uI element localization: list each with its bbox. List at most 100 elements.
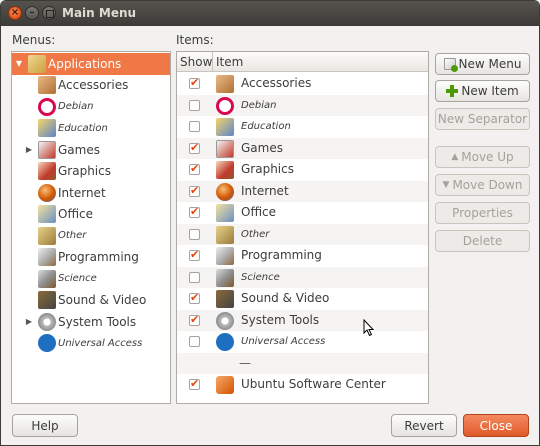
item-row[interactable]: Ubuntu Software Center (177, 374, 428, 396)
item-row[interactable]: Office (177, 202, 428, 224)
science-icon (216, 268, 234, 287)
show-checkbox[interactable] (189, 184, 200, 197)
item-column-header[interactable]: Item (216, 55, 243, 69)
menu-tree-label: Graphics (58, 164, 111, 179)
new-menu-button[interactable]: New Menu (435, 53, 530, 75)
menu-tree-label: Accessories (58, 78, 129, 93)
item-label: Graphics (241, 162, 294, 176)
move-up-button[interactable]: ▲ Move Up (435, 146, 530, 168)
item-row[interactable]: Sound & Video (177, 288, 428, 310)
show-checkbox[interactable] (189, 141, 200, 154)
revert-button[interactable]: Revert (391, 414, 457, 437)
show-checkbox[interactable] (189, 121, 200, 132)
item-label: Universal Access (241, 336, 326, 347)
menu-tree-label: Internet (58, 185, 106, 200)
menu-tree-item[interactable]: Programming (12, 247, 170, 269)
item-row[interactable]: Accessories (177, 73, 428, 95)
show-checkbox[interactable] (189, 228, 200, 240)
debian-icon (216, 96, 234, 115)
item-row[interactable]: Graphics (177, 159, 428, 181)
menus-tree[interactable]: ▼ Applications Accessories Debian Education ▶… (11, 51, 171, 404)
menu-tree-item[interactable]: ▶ System Tools (12, 311, 170, 333)
item-row[interactable]: Education (177, 116, 428, 138)
item-row[interactable]: Other (177, 223, 428, 245)
other-icon (38, 226, 56, 245)
show-checkbox[interactable] (189, 336, 200, 347)
menu-tree-item[interactable]: Debian (12, 96, 170, 118)
menu-tree-label: Programming (58, 250, 139, 265)
graphics-icon (216, 161, 234, 179)
show-checkbox[interactable] (189, 291, 200, 304)
window-minimize-icon[interactable]: – (25, 6, 39, 20)
help-button[interactable]: Help (12, 414, 78, 437)
show-checkbox[interactable] (189, 76, 200, 89)
items-label: Items: (176, 33, 214, 47)
show-checkbox[interactable] (189, 205, 200, 218)
item-row[interactable]: Internet (177, 180, 428, 202)
plus-icon (446, 85, 459, 97)
menu-tree-item[interactable]: ▶ Games (12, 139, 170, 161)
item-label: Sound & Video (241, 291, 330, 305)
menus-label: Menus: (12, 33, 56, 47)
menu-tree-label: Games (58, 142, 100, 157)
menu-tree-item[interactable]: ▼ Applications (12, 53, 170, 75)
item-row[interactable]: System Tools (177, 309, 428, 331)
expander-arrow-icon[interactable]: ▶ (25, 145, 33, 154)
menu-tree-item[interactable]: Education (12, 118, 170, 140)
menu-tree-item[interactable]: Science (12, 268, 170, 290)
menu-tree-item[interactable]: Graphics (12, 161, 170, 183)
education-icon (216, 118, 234, 136)
delete-button[interactable]: Delete (435, 230, 530, 252)
item-row[interactable]: Science (177, 266, 428, 288)
programming-icon (38, 248, 56, 267)
office-icon (38, 205, 56, 224)
show-checkbox[interactable] (189, 313, 200, 326)
close-button[interactable]: Close (463, 414, 529, 437)
window-close-icon[interactable]: × (8, 6, 22, 20)
items-list[interactable]: Show Item Accessories Debian Education Game… (176, 51, 429, 404)
items-header: Show Item (177, 52, 428, 72)
item-row[interactable]: Games (177, 137, 428, 159)
menu-tree-item[interactable]: Universal Access (12, 333, 170, 355)
show-column-header[interactable]: Show (180, 55, 212, 69)
show-checkbox[interactable] (189, 162, 200, 175)
menu-tree-label: Universal Access (58, 337, 143, 349)
menu-tree-item[interactable]: Internet (12, 182, 170, 204)
expander-arrow-icon[interactable]: ▼ (15, 59, 23, 68)
show-checkbox[interactable] (189, 248, 200, 261)
window-maximize-icon[interactable] (42, 6, 56, 20)
menu-tree-label: Science (58, 273, 97, 285)
games-icon (216, 139, 234, 158)
other-icon (216, 225, 234, 244)
move-down-button[interactable]: ▼ Move Down (435, 174, 530, 196)
new-separator-button[interactable]: New Separator (435, 108, 530, 130)
show-checkbox[interactable] (189, 99, 200, 111)
menu-tree-item[interactable]: Other (12, 225, 170, 247)
new-menu-label: New Menu (458, 57, 522, 71)
ubuntu-software-center-icon (216, 376, 234, 394)
item-row[interactable]: — (177, 352, 428, 374)
item-label: Accessories (241, 76, 312, 90)
properties-button[interactable]: Properties (435, 202, 530, 224)
debian-icon (38, 97, 56, 116)
new-menu-icon (443, 58, 458, 72)
new-item-button[interactable]: New Item (435, 80, 530, 102)
sound-video-icon (216, 290, 234, 308)
show-checkbox[interactable] (189, 271, 200, 283)
expander-arrow-icon[interactable]: ▶ (25, 317, 33, 326)
show-checkbox[interactable] (189, 377, 200, 390)
title-bar[interactable]: × – Main Menu (1, 1, 539, 26)
menu-tree-item[interactable]: Office (12, 204, 170, 226)
item-label: Office (241, 205, 277, 219)
games-icon (38, 140, 56, 159)
menu-tree-item[interactable]: Sound & Video (12, 290, 170, 312)
universal-access-icon (38, 334, 56, 353)
item-label: Other (241, 228, 270, 240)
item-label: Debian (241, 99, 277, 111)
menu-tree-item[interactable]: Accessories (12, 75, 170, 97)
item-row[interactable]: Universal Access (177, 331, 428, 353)
item-row[interactable]: Debian (177, 94, 428, 116)
graphics-icon (38, 162, 56, 181)
mouse-pointer-icon (363, 319, 375, 337)
item-row[interactable]: Programming (177, 245, 428, 267)
